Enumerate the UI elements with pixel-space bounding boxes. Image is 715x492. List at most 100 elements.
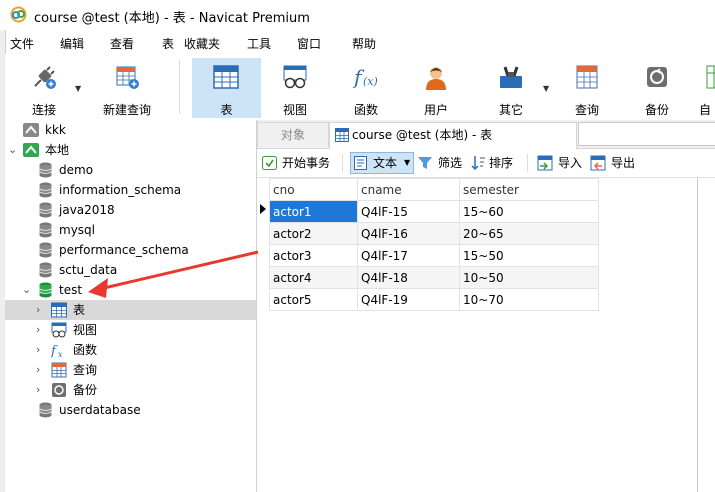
other-button[interactable]: 其它	[478, 58, 544, 118]
tree-node-kkk[interactable]: kkk	[5, 120, 256, 140]
table-cell[interactable]: Q4lF-15	[357, 200, 460, 223]
column-header-semester[interactable]: semester	[459, 178, 599, 201]
column-header-cno[interactable]: cno	[269, 178, 358, 201]
view-icon	[51, 322, 67, 338]
auto-run-button[interactable]: 自	[695, 58, 715, 118]
tree-node-performance-schema[interactable]: performance_schema	[5, 240, 256, 260]
current-row-indicator-icon	[260, 204, 266, 214]
view-label: 视图	[282, 103, 307, 117]
tree-node-tables[interactable]: › 表	[5, 300, 256, 320]
table-label: 表	[220, 103, 233, 117]
connection-button[interactable]: 连接	[11, 58, 77, 118]
expand-chevron-icon[interactable]: ›	[36, 340, 40, 360]
table-cell[interactable]: 15~60	[459, 200, 599, 223]
tree-node-userdatabase[interactable]: userdatabase	[5, 400, 256, 420]
table-cell[interactable]: Q4lF-18	[357, 266, 460, 289]
tree-node-test[interactable]: ⌄ test	[5, 280, 256, 300]
tab-objects[interactable]: 对象	[257, 122, 329, 147]
table-row[interactable]: actor3 Q4lF-17 15~50	[269, 244, 599, 267]
tree-node-mysql[interactable]: mysql	[5, 220, 256, 240]
table-icon	[213, 65, 239, 89]
import-icon	[537, 155, 553, 171]
table-cell[interactable]: Q4lF-16	[357, 222, 460, 245]
tab-course-table[interactable]: course @test (本地) - 表	[329, 122, 577, 149]
tree-node-queries[interactable]: › 查询	[5, 360, 256, 380]
query-label: 查询	[574, 103, 599, 117]
data-table: cno cname semester actor1 Q4lF-15 15~60 …	[269, 178, 599, 311]
database-icon	[39, 262, 52, 278]
toolbar-separator	[527, 154, 528, 172]
collapse-chevron-icon[interactable]: ⌄	[8, 140, 17, 160]
connection-dropdown-icon[interactable]: ▼	[75, 84, 81, 93]
connection-tree: kkk ⌄ 本地 demo information_schema java201…	[5, 120, 257, 492]
table-cell[interactable]: actor5	[269, 288, 358, 311]
table-cell[interactable]: 20~65	[459, 222, 599, 245]
database-icon	[39, 222, 52, 238]
collapse-chevron-icon[interactable]: ⌄	[22, 280, 31, 300]
connection-label: 连接	[31, 103, 56, 117]
menu-favorites[interactable]: 收藏夹	[184, 35, 220, 52]
table-cell[interactable]: actor4	[269, 266, 358, 289]
function-icon: fx	[51, 344, 63, 358]
menu-file[interactable]: 文件	[10, 35, 34, 52]
title-bar: course @test (本地) - 表 - Navicat Premium	[0, 0, 715, 30]
table-row[interactable]: actor4 Q4lF-18 10~50	[269, 266, 599, 289]
expand-chevron-icon[interactable]: ›	[36, 360, 40, 380]
table-cell[interactable]: Q4lF-19	[357, 288, 460, 311]
menu-help[interactable]: 帮助	[352, 35, 376, 52]
table-button[interactable]: 表	[192, 58, 261, 118]
tree-node-java2018[interactable]: java2018	[5, 200, 256, 220]
svg-text:x: x	[58, 350, 63, 358]
table-toolbar: 开始事务 文本 ▼ 筛选 排序 导入 导出	[257, 149, 715, 178]
table-cell[interactable]: actor1	[269, 200, 358, 223]
table-cell[interactable]: 15~50	[459, 244, 599, 267]
menu-table[interactable]: 表	[162, 35, 174, 52]
text-view-dropdown-icon[interactable]: ▼	[404, 153, 410, 173]
text-doc-icon	[354, 156, 367, 170]
text-view-button[interactable]: 文本 ▼	[350, 152, 414, 174]
query-button[interactable]: 查询	[554, 58, 620, 118]
query-icon	[576, 65, 598, 89]
connection-icon	[34, 66, 56, 89]
table-row[interactable]: actor5 Q4lF-19 10~70	[269, 288, 599, 311]
table-row[interactable]: actor2 Q4lF-16 20~65	[269, 222, 599, 245]
backup-icon	[52, 383, 66, 397]
header-row: cno cname semester	[269, 178, 599, 201]
grid-right-border	[697, 178, 698, 492]
tree-node-sctu-data[interactable]: sctu_data	[5, 260, 256, 280]
view-button[interactable]: 视图	[262, 58, 328, 118]
database-icon	[39, 202, 52, 218]
table-cell[interactable]: actor2	[269, 222, 358, 245]
new-query-label: 新建查询	[102, 103, 151, 117]
user-button[interactable]: 用户	[403, 58, 469, 118]
tree-node-views[interactable]: › 视图	[5, 320, 256, 340]
tree-node-information-schema[interactable]: information_schema	[5, 180, 256, 200]
tree-node-local[interactable]: ⌄ 本地	[5, 140, 256, 160]
other-dropdown-icon[interactable]: ▼	[543, 84, 549, 93]
search-input[interactable]	[578, 122, 715, 146]
auto-icon	[706, 65, 715, 89]
backup-button[interactable]: 备份	[624, 58, 690, 118]
table-icon	[335, 128, 349, 142]
user-icon	[426, 67, 446, 90]
tree-node-demo[interactable]: demo	[5, 160, 256, 180]
menu-edit[interactable]: 编辑	[60, 35, 84, 52]
menu-window[interactable]: 窗口	[297, 35, 321, 52]
export-icon	[590, 155, 606, 171]
expand-chevron-icon[interactable]: ›	[36, 300, 40, 320]
table-row[interactable]: actor1 Q4lF-15 15~60	[269, 200, 599, 223]
table-cell[interactable]: 10~70	[459, 288, 599, 311]
function-button[interactable]: f (x) 函数	[333, 58, 399, 118]
column-header-cname[interactable]: cname	[357, 178, 460, 201]
expand-chevron-icon[interactable]: ›	[36, 320, 40, 340]
new-query-button[interactable]: 新建查询	[89, 58, 165, 118]
tree-node-functions[interactable]: › fx 函数	[5, 340, 256, 360]
table-cell[interactable]: actor3	[269, 244, 358, 267]
tree-node-backups[interactable]: › 备份	[5, 380, 256, 400]
view-icon	[283, 65, 307, 89]
menu-view[interactable]: 查看	[110, 35, 134, 52]
table-cell[interactable]: 10~50	[459, 266, 599, 289]
table-cell[interactable]: Q4lF-17	[357, 244, 460, 267]
expand-chevron-icon[interactable]: ›	[36, 380, 40, 400]
menu-tools[interactable]: 工具	[247, 35, 271, 52]
